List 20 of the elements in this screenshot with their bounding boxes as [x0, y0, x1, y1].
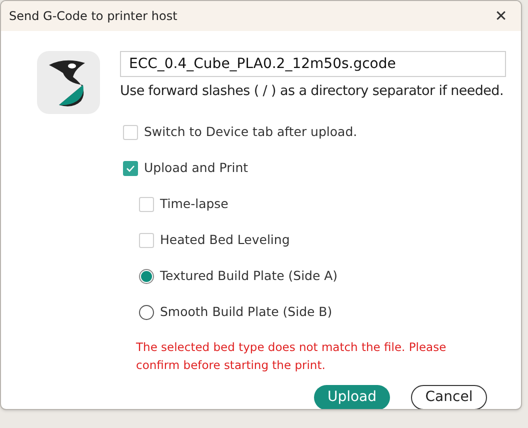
- option-label: Heated Bed Leveling: [160, 230, 290, 249]
- option-label: Time-lapse: [160, 194, 228, 213]
- option-label: Smooth Build Plate (Side B): [160, 302, 332, 321]
- checkbox[interactable]: [139, 196, 154, 212]
- option-label: Textured Build Plate (Side A): [160, 266, 338, 285]
- checkbox[interactable]: [123, 124, 138, 140]
- cancel-button[interactable]: Cancel: [411, 385, 487, 409]
- option-label: Upload and Print: [144, 158, 248, 177]
- close-button[interactable]: ✕: [489, 4, 513, 28]
- radio-button[interactable]: [139, 304, 154, 320]
- hint-text: Use forward slashes ( / ) as a directory separator if needed.: [120, 82, 504, 101]
- option-label: Switch to Device tab after upload.: [144, 122, 358, 141]
- warning-text: The selected bed type does not match the file. Please confirm before starting the print.: [136, 339, 448, 374]
- window-title: Send G-Code to printer host: [9, 8, 178, 25]
- checkbox[interactable]: [123, 160, 138, 176]
- upload-button[interactable]: Upload: [314, 385, 390, 409]
- radio-button[interactable]: [139, 268, 154, 284]
- checkbox[interactable]: [139, 232, 154, 248]
- app-logo-icon: [37, 51, 100, 114]
- filename-field[interactable]: ECC_0.4_Cube_PLA0.2_12m50s.gcode: [120, 51, 506, 77]
